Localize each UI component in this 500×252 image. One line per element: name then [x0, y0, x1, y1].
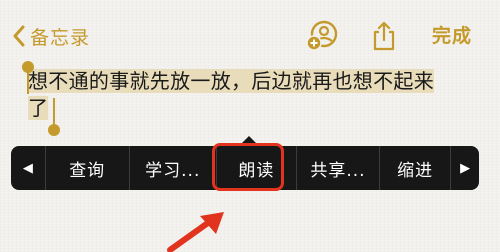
share-icon[interactable] [371, 20, 397, 56]
menu-scroll-left-icon[interactable]: ◀ [11, 146, 45, 190]
selected-text-line-2: 了 [28, 96, 49, 120]
back-button[interactable]: 备忘录 [12, 20, 90, 52]
chevron-left-icon [13, 25, 25, 47]
note-body[interactable]: 想不通的事就先放一放，后边就再也想不起来 了 [28, 68, 480, 122]
back-label: 备忘录 [30, 26, 91, 49]
menu-scroll-right-icon[interactable]: ▶ [450, 146, 479, 190]
speak-highlight-box [212, 143, 284, 191]
menu-item-share[interactable]: 共享... [295, 146, 379, 190]
done-button[interactable]: 完成 [432, 21, 472, 48]
menu-item-lookup[interactable]: 查询 [44, 146, 129, 190]
selection-end-handle[interactable] [48, 124, 60, 136]
add-person-icon[interactable] [304, 20, 340, 56]
selected-text-line-1: 想不通的事就先放一放，后边就再也想不起来 [28, 69, 434, 93]
selection-start-bar [27, 68, 29, 94]
menu-item-indent[interactable]: 缩进 [379, 146, 450, 190]
menu-item-learn[interactable]: 学习... [128, 146, 216, 190]
selection-end-bar [53, 98, 55, 124]
pointer-arrow-icon [167, 212, 224, 252]
